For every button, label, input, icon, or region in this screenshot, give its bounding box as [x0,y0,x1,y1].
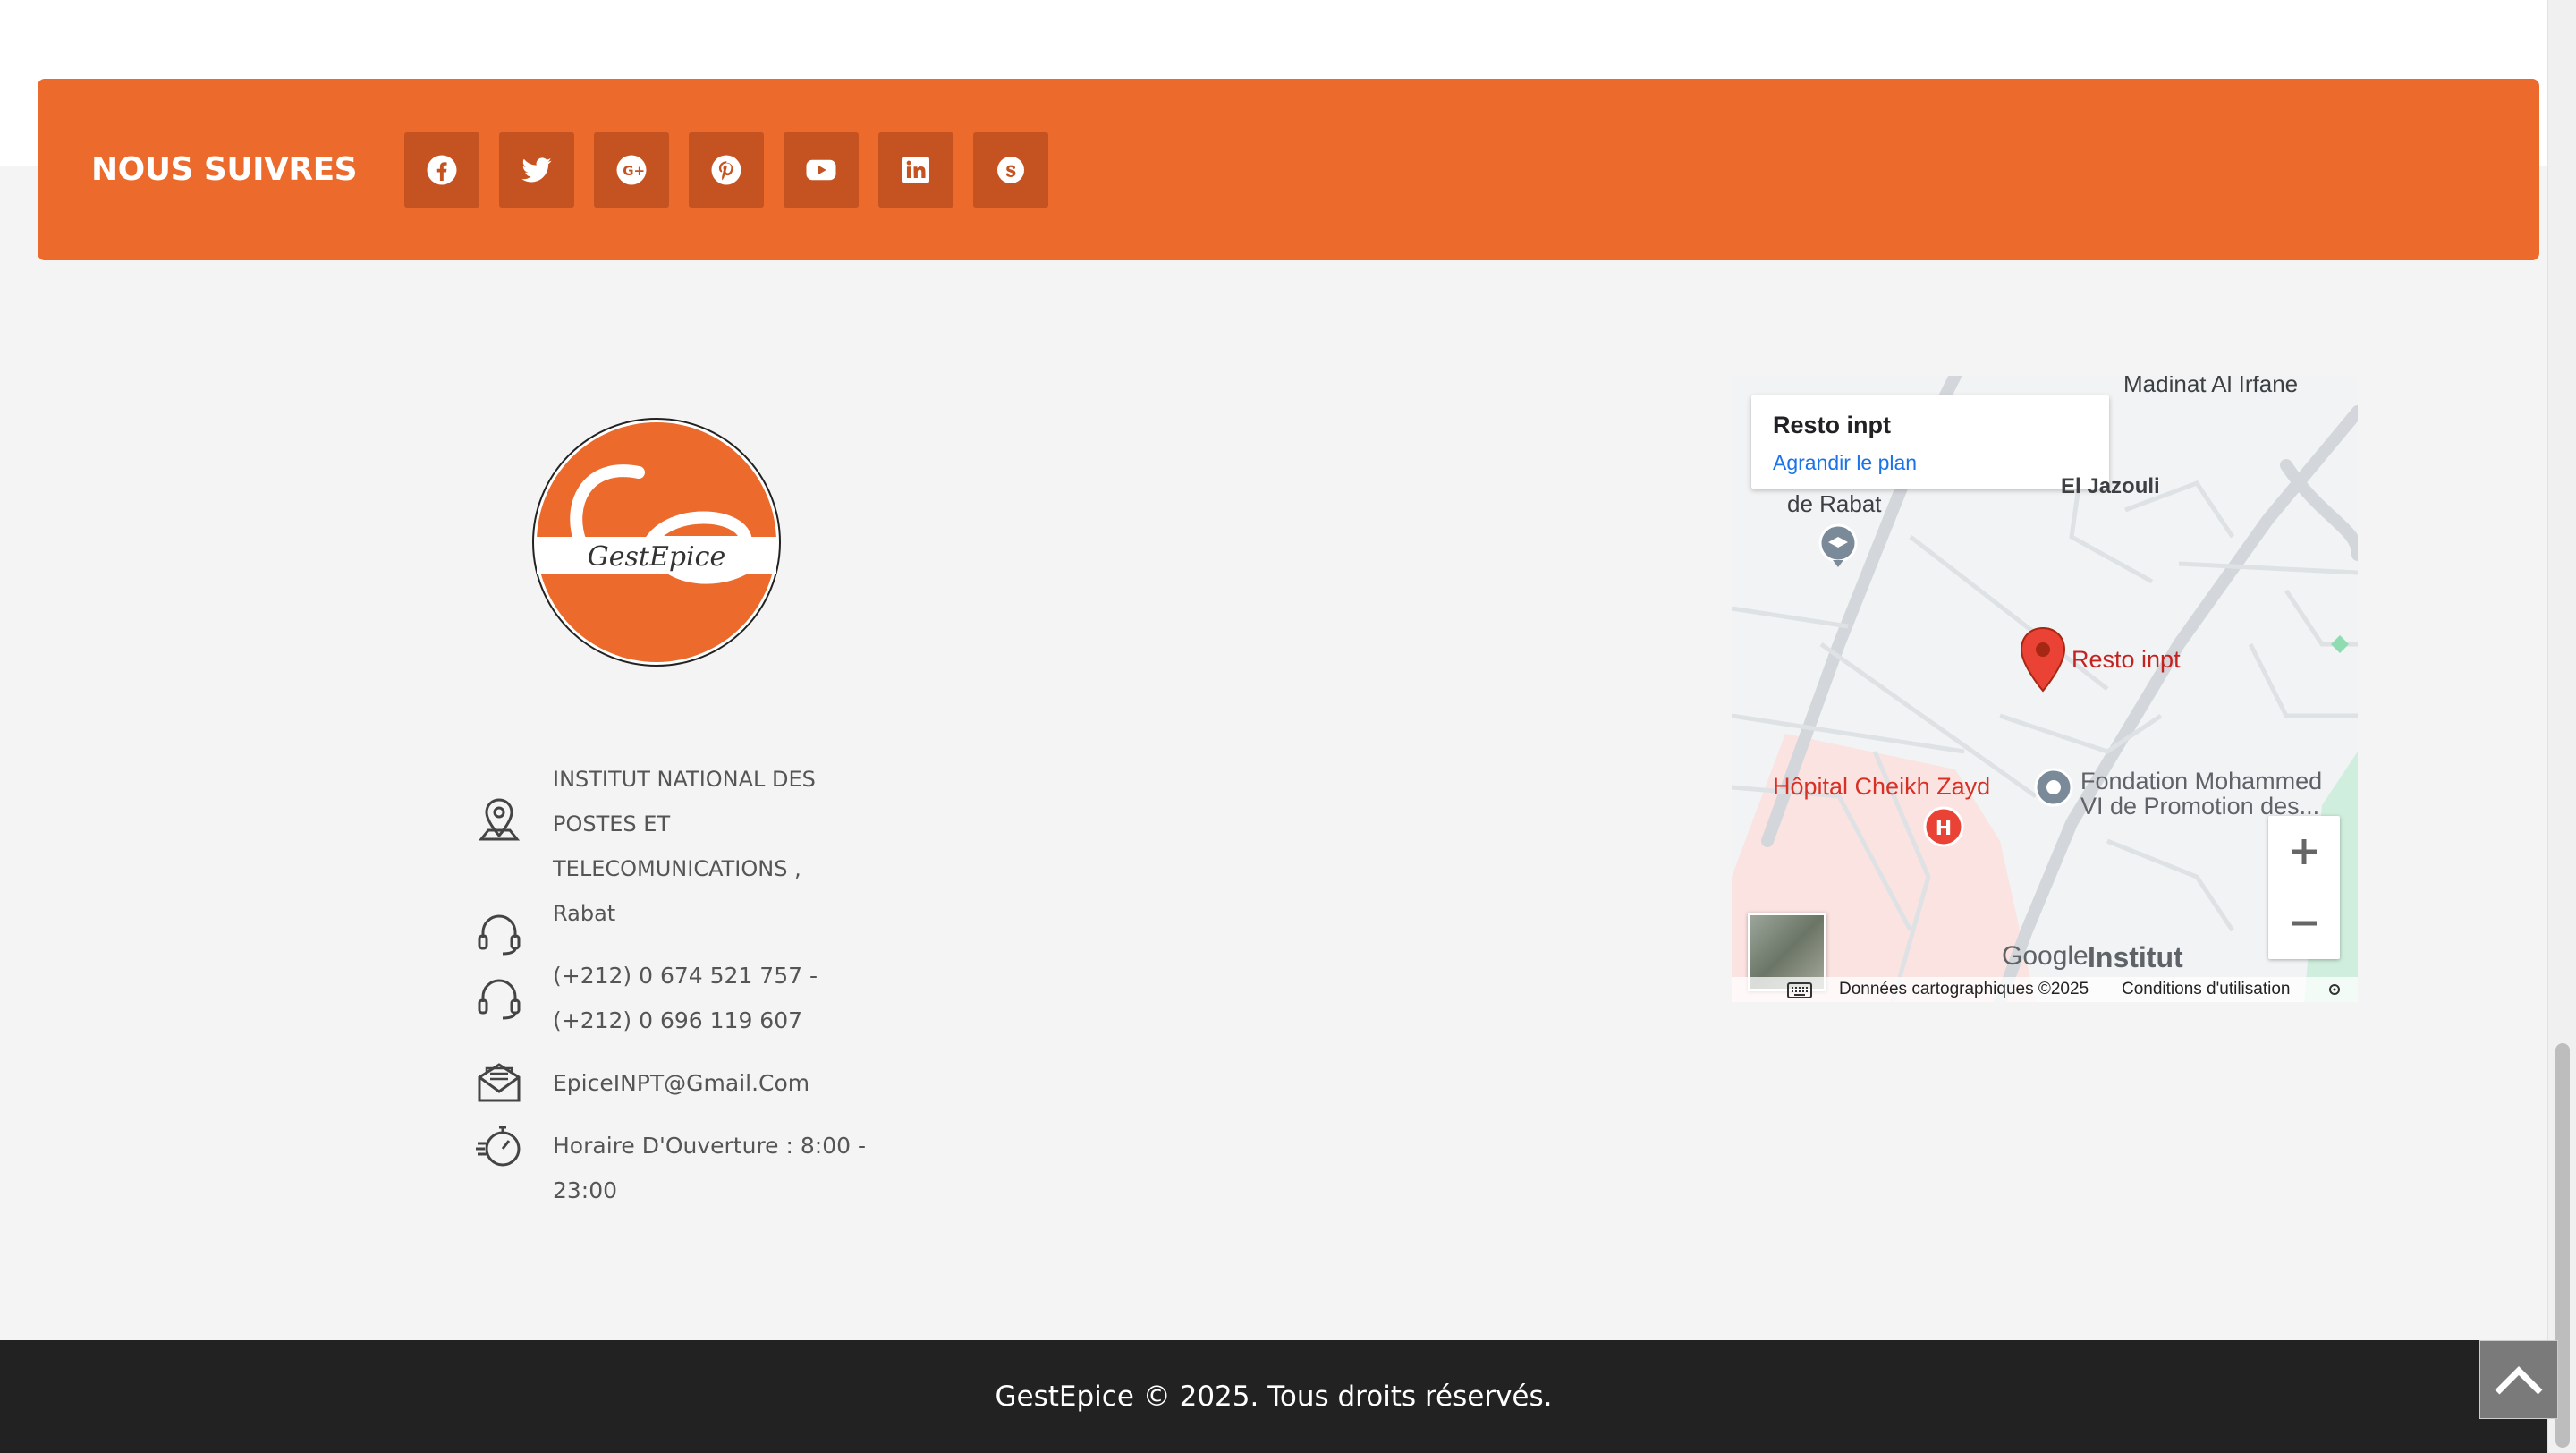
google-logo: Google [2002,941,2089,971]
facebook-link[interactable] [404,132,479,208]
map-pin-icon [478,798,521,841]
stopwatch-icon [476,1126,521,1167]
address-line-4: Rabat [553,901,616,926]
youtube-link[interactable] [784,132,859,208]
university-icon [1818,523,1858,567]
linkedin-icon [902,156,929,183]
map-label-institut: Institut [2088,941,2183,973]
address-line-2: POSTES ET [553,811,671,837]
address-line-3: TELECOMUNICATIONS , [553,856,801,881]
hours-line-2: 23:00 [553,1177,618,1203]
map-terms-link[interactable]: Conditions d'utilisation [2122,980,2290,999]
follow-bar: NOUS SUIVRES G+ [38,79,2539,260]
map-label-fondation-1: Fondation Mohammed [2080,768,2323,794]
map-label-irfane: Madinat Al Irfane [2123,376,2299,397]
mail-icon [478,1063,521,1102]
settings-icon[interactable] [2327,982,2342,997]
keyboard-icon[interactable] [1787,982,1812,998]
map-embed[interactable]: Resto inpt Agrandir le plan Madinat Al I… [1732,376,2358,1002]
pinterest-icon [711,155,741,184]
map-card-title: Resto inpt [1773,412,1891,438]
gestepice-logo: GestEpice [532,418,781,667]
svg-text:G+: G+ [623,163,645,179]
scrollbar[interactable] [2547,0,2576,1453]
zoom-controls [2268,816,2340,959]
skype-link[interactable] [973,132,1048,208]
map-marker-label: Resto inpt [2072,646,2181,673]
twitter-link[interactable] [499,132,574,208]
social-links: G+ [404,132,1048,208]
location-marker-icon[interactable] [2018,626,2068,694]
phone-2: (+212) 0 696 119 607 [553,1007,803,1033]
email[interactable]: EpiceINPT@Gmail.Com [553,1061,893,1106]
linkedin-link[interactable] [878,132,953,208]
copyright-text: GestEpice © 2025. Tous droits réservés. [995,1381,1553,1413]
skype-icon [997,156,1024,183]
headset-icon [478,979,521,1020]
follow-title: NOUS SUIVRES [91,151,358,188]
map-label-jazouli: El Jazouli [2061,474,2160,498]
hospital-icon: H [1923,806,1964,847]
map-enlarge-link[interactable]: Agrandir le plan [1773,451,1917,475]
hours-line-1: Horaire D'Ouverture : 8:00 - [553,1133,866,1159]
youtube-icon [806,159,836,180]
svg-text:H: H [1936,818,1952,840]
twitter-icon [521,157,552,182]
zoom-out-button[interactable] [2268,888,2340,959]
zoom-in-button[interactable] [2268,816,2340,888]
plus-icon [2292,839,2317,864]
site-footer: GestEpice © 2025. Tous droits réservés. [0,1340,2547,1453]
map-footer: Données cartographiques ©2025 Conditions… [1732,977,2358,1002]
map-label-rabat: de Rabat [1787,490,1882,517]
map-data-credit: Données cartographiques ©2025 [1839,980,2089,998]
map-info-card: Resto inpt Agrandir le plan [1751,395,2109,489]
logo-text: GestEpice [588,541,725,573]
minus-icon [2292,921,2317,926]
back-to-top-button[interactable] [2479,1340,2558,1419]
google-plus-link[interactable]: G+ [594,132,669,208]
facebook-icon [427,155,457,184]
google-plus-icon: G+ [616,155,647,184]
address-line-1: INSTITUT NATIONAL DES [553,767,816,792]
map-label-hopital: Hôpital Cheikh Zayd [1773,773,1991,800]
chevron-up-icon [2495,1366,2543,1395]
phone-1: (+212) 0 674 521 757 - [553,963,818,989]
pinterest-link[interactable] [689,132,764,208]
headset-icon [478,914,521,956]
place-pin-icon [2034,768,2073,807]
